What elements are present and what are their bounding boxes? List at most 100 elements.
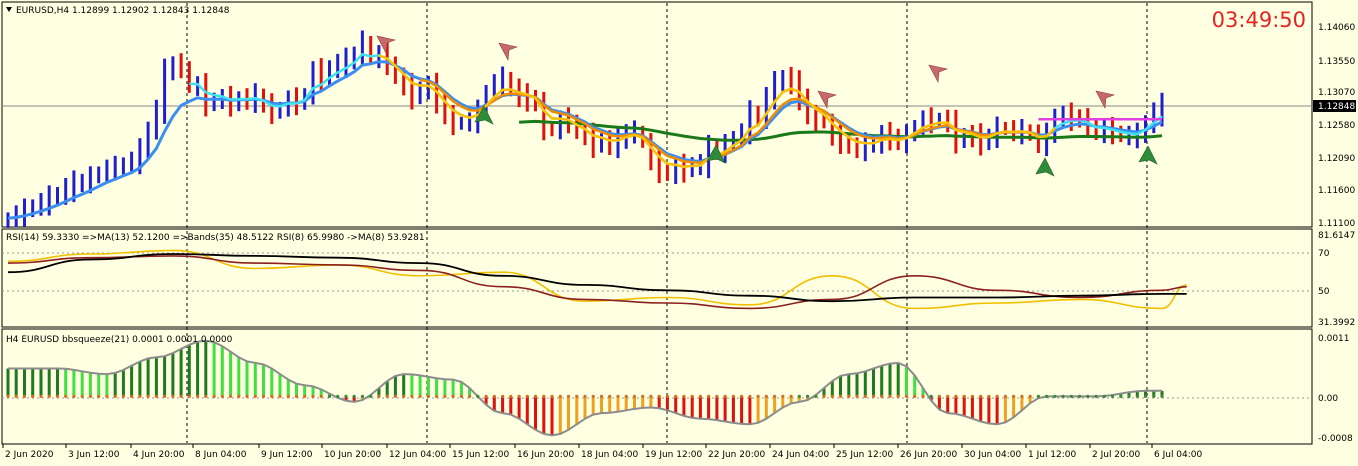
price-tick: 1.13070 xyxy=(1318,88,1355,98)
squeeze-dot xyxy=(1143,394,1148,398)
squeeze-dot xyxy=(797,394,801,398)
squeeze-dot xyxy=(443,394,447,398)
current-price-label: 1.12848 xyxy=(1318,102,1355,112)
squeeze-dot xyxy=(1094,394,1098,398)
squeeze-dot xyxy=(1003,394,1008,398)
squeeze-dot xyxy=(72,394,76,398)
time-tick-label: 4 Jun 20:00 xyxy=(133,450,185,460)
squeeze-dot xyxy=(278,394,282,398)
squeeze-dot xyxy=(418,394,422,398)
squeeze-dot xyxy=(31,394,35,398)
squeeze-dot xyxy=(294,394,299,398)
squeeze-dot xyxy=(146,394,150,398)
price-tick: 1.11100 xyxy=(1318,219,1355,229)
squeeze-dot xyxy=(484,394,488,398)
squeeze-dot xyxy=(97,394,101,398)
squeeze-dot xyxy=(913,394,917,398)
time-tick-label: 6 Jul 04:00 xyxy=(1154,450,1203,460)
time-tick-label: 22 Jun 20:00 xyxy=(708,450,765,460)
squeeze-dot xyxy=(542,394,546,398)
squeeze-dot xyxy=(451,394,455,398)
squeeze-dot xyxy=(954,394,958,398)
squeeze-dot xyxy=(80,394,84,398)
rsi-tick: 50 xyxy=(1318,287,1330,297)
squeeze-dot xyxy=(105,394,109,398)
time-tick-label: 30 Jun 04:00 xyxy=(964,450,1021,460)
squeeze-dot xyxy=(179,394,183,398)
squeeze-dot xyxy=(253,394,257,398)
squeeze-dot xyxy=(352,394,356,398)
squeeze-dot xyxy=(1110,394,1115,398)
squeeze-dot xyxy=(838,394,843,398)
squeeze-dot xyxy=(740,394,744,398)
squeeze-dot xyxy=(665,394,670,398)
squeeze-dot xyxy=(698,394,703,398)
squeeze-dot xyxy=(657,394,661,398)
squeeze-dot xyxy=(1020,394,1024,398)
time-tick-label: 1 Jul 12:00 xyxy=(1028,450,1077,460)
squeeze-dot xyxy=(47,394,51,398)
squeeze-dot xyxy=(583,394,587,398)
squeeze-dot xyxy=(6,394,10,398)
time-tick-label: 3 Jun 12:00 xyxy=(68,450,120,460)
squeeze-dot xyxy=(566,394,571,398)
squeeze-dot xyxy=(1036,394,1040,398)
squeeze-dot xyxy=(690,394,694,398)
squeeze-dot xyxy=(946,394,950,398)
squeeze-dot xyxy=(163,394,167,398)
squeeze-dot xyxy=(1152,394,1156,398)
squeeze-dot xyxy=(962,394,966,398)
squeeze-dot xyxy=(599,394,604,398)
squeeze-dot xyxy=(624,394,628,398)
squeeze-dot xyxy=(888,394,892,398)
squeeze-dot xyxy=(575,394,579,398)
squeeze-dot xyxy=(22,394,27,398)
squeeze-dot xyxy=(608,394,612,398)
squeeze-dot xyxy=(863,394,867,398)
squeeze-dot xyxy=(1012,394,1016,398)
squeeze-dot xyxy=(558,394,562,398)
squeeze-dot xyxy=(220,394,224,398)
squeeze-dot xyxy=(1078,394,1082,398)
squeeze-dot xyxy=(1045,394,1049,398)
time-tick-label: 10 Jun 20:00 xyxy=(324,450,381,460)
squeeze-dot xyxy=(1160,394,1164,398)
rsi-tick: 31.3992 xyxy=(1318,318,1355,328)
squeeze-dot xyxy=(402,394,406,398)
squeeze-dot xyxy=(641,394,645,398)
squeeze-dot xyxy=(39,394,43,398)
squeeze-dot xyxy=(121,394,125,398)
squeeze-dot xyxy=(674,394,678,398)
squeeze-dot xyxy=(426,394,430,398)
squeeze-dot xyxy=(1102,394,1106,398)
squeeze-dot xyxy=(55,394,60,398)
squeeze-dot xyxy=(327,394,332,398)
price-tick: 1.12580 xyxy=(1318,121,1355,131)
squeeze-dot xyxy=(138,394,142,398)
squeeze-dot xyxy=(435,394,439,398)
squeeze-dot xyxy=(1127,394,1131,398)
squeeze-dot xyxy=(682,394,686,398)
squeeze-dot xyxy=(723,394,727,398)
squeeze-dot xyxy=(270,394,274,398)
squeeze-dot xyxy=(715,394,719,398)
rsi-tick: 81.6147 xyxy=(1318,231,1355,241)
squeeze-dot xyxy=(509,394,513,398)
price-tick: 1.14060 xyxy=(1318,23,1355,33)
time-tick-label: 2 Jul 20:00 xyxy=(1092,450,1141,460)
squeeze-dot xyxy=(187,394,191,398)
squeeze-dot xyxy=(1119,394,1123,398)
squeeze-dot xyxy=(616,394,620,398)
squeeze-dot xyxy=(731,394,736,398)
squeeze-dot xyxy=(64,394,68,398)
eurusd-chart-window[interactable]: EURUSD,H4 1.12899 1.12902 1.12843 1.1284… xyxy=(0,0,1358,466)
squeeze-dot xyxy=(517,394,521,398)
time-tick-label: 24 Jun 04:00 xyxy=(772,450,829,460)
squeeze-dot xyxy=(871,394,876,398)
squeeze-dot xyxy=(1028,394,1032,398)
squeeze-dot xyxy=(921,394,925,398)
time-tick-label: 25 Jun 12:00 xyxy=(836,450,893,460)
time-tick-label: 12 Jun 04:00 xyxy=(389,450,446,460)
squeeze-dot xyxy=(212,394,216,398)
squeeze-dot xyxy=(369,394,373,398)
